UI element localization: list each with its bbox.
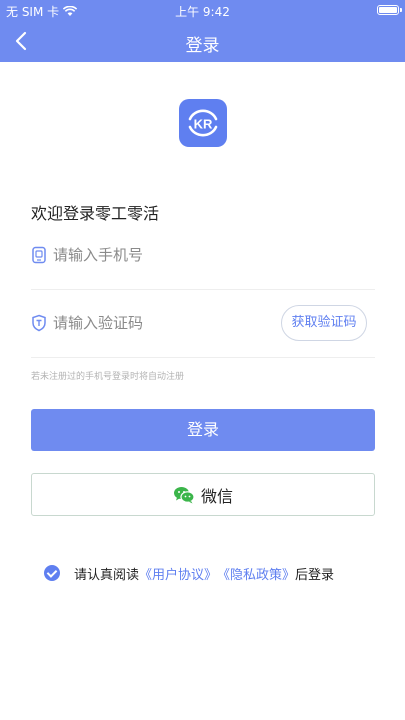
page-title: 登录 — [185, 36, 220, 56]
register-hint: 若未注册过的手机号登录时将自动注册 — [31, 372, 185, 382]
phone-icon — [32, 246, 46, 264]
welcome-heading: 欢迎登录零工零活 — [31, 204, 160, 223]
login-button[interactable]: 登录 — [31, 409, 375, 451]
status-bar: 无 SIM 卡 上午 9:42 — [0, 0, 405, 20]
app-logo-mark: KR — [188, 109, 218, 137]
get-code-button[interactable]: 获取验证码 — [281, 305, 367, 341]
nav-bar: 登录 — [0, 20, 405, 62]
user-agreement-link[interactable]: 《用户协议》 — [139, 564, 217, 583]
wechat-icon — [173, 486, 195, 503]
battery-icon — [377, 5, 402, 15]
code-field: 获取验证码 — [31, 300, 375, 358]
wechat-label: 微信 — [200, 486, 233, 506]
agreement-row: 请认真阅读 《用户协议》 《隐私政策》 后登录 — [44, 562, 384, 584]
status-time: 上午 9:42 — [175, 5, 230, 19]
app-logo: KR — [179, 99, 227, 147]
agreement-checkbox-icon[interactable] — [44, 565, 60, 581]
phone-field — [31, 232, 375, 290]
wechat-login-button[interactable]: 微信 — [31, 473, 375, 516]
privacy-policy-link[interactable]: 《隐私政策》 — [217, 564, 295, 583]
shield-icon — [32, 314, 46, 332]
phone-input[interactable] — [53, 240, 293, 270]
agreement-prefix: 请认真阅读 — [74, 567, 140, 583]
logo-text: KR — [194, 117, 213, 132]
agreement-suffix: 后登录 — [295, 567, 335, 583]
code-input[interactable] — [53, 308, 293, 338]
